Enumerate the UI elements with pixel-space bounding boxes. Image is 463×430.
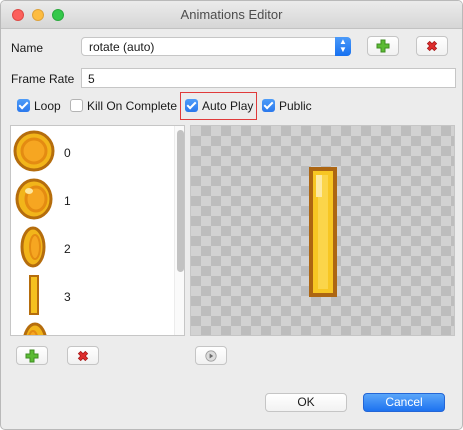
ok-button[interactable]: OK [265, 393, 347, 412]
loop-label: Loop [34, 99, 61, 113]
delete-frame-button[interactable] [67, 346, 99, 365]
animation-select[interactable]: rotate (auto) ▲ ▼ [81, 37, 351, 56]
play-icon [205, 349, 217, 362]
frame-item[interactable]: 3 [11, 272, 171, 320]
frame-list-scrollbar[interactable] [174, 126, 184, 335]
title-bar[interactable]: Animations Editor [1, 1, 462, 29]
animation-preview [190, 125, 455, 336]
cancel-button[interactable]: Cancel [363, 393, 445, 412]
add-animation-button[interactable] [367, 36, 399, 56]
x-icon [426, 40, 438, 52]
checkbox-unchecked-icon [70, 99, 83, 112]
frame-number: 2 [64, 242, 71, 256]
public-label: Public [279, 99, 312, 113]
frame-item[interactable]: 0 [11, 128, 171, 176]
frame-item[interactable]: 2 [11, 224, 171, 272]
x-icon [77, 350, 89, 361]
plus-icon [25, 349, 39, 362]
frame-number: 3 [64, 290, 71, 304]
checkbox-checked-icon [262, 99, 275, 112]
kill-on-complete-label: Kill On Complete [87, 99, 178, 113]
coin-frame-icon [13, 130, 55, 172]
name-label: Name [11, 41, 44, 55]
coin-frame-icon [29, 275, 39, 315]
auto-play-label: Auto Play [202, 99, 254, 113]
frame-number: 0 [64, 146, 71, 160]
window-title: Animations Editor [180, 7, 283, 22]
coin-frame-icon [23, 322, 47, 335]
frame-list[interactable]: 0 1 2 3 [10, 125, 185, 336]
coin-frame-icon [20, 226, 46, 268]
frame-item[interactable]: 1 [11, 176, 171, 224]
frame-rate-value: 5 [88, 72, 95, 86]
checkbox-checked-icon [17, 99, 30, 112]
scrollbar-thumb[interactable] [177, 130, 184, 272]
animations-editor-window: Animations Editor Name rotate (auto) ▲ ▼ … [0, 0, 463, 430]
delete-animation-button[interactable] [416, 36, 448, 56]
select-arrows-icon: ▲ ▼ [335, 37, 351, 56]
frame-item[interactable] [11, 320, 171, 335]
frame-number: 1 [64, 194, 71, 208]
coin-frame-icon [15, 178, 53, 220]
frame-rate-input[interactable]: 5 [81, 68, 456, 88]
add-frame-button[interactable] [16, 346, 48, 365]
play-preview-button[interactable] [195, 346, 227, 365]
checkbox-checked-icon [185, 99, 198, 112]
coin-preview-sprite [309, 167, 337, 297]
frame-rate-label: Frame Rate [11, 72, 75, 86]
animation-select-value: rotate (auto) [89, 40, 155, 54]
plus-icon [376, 39, 390, 53]
